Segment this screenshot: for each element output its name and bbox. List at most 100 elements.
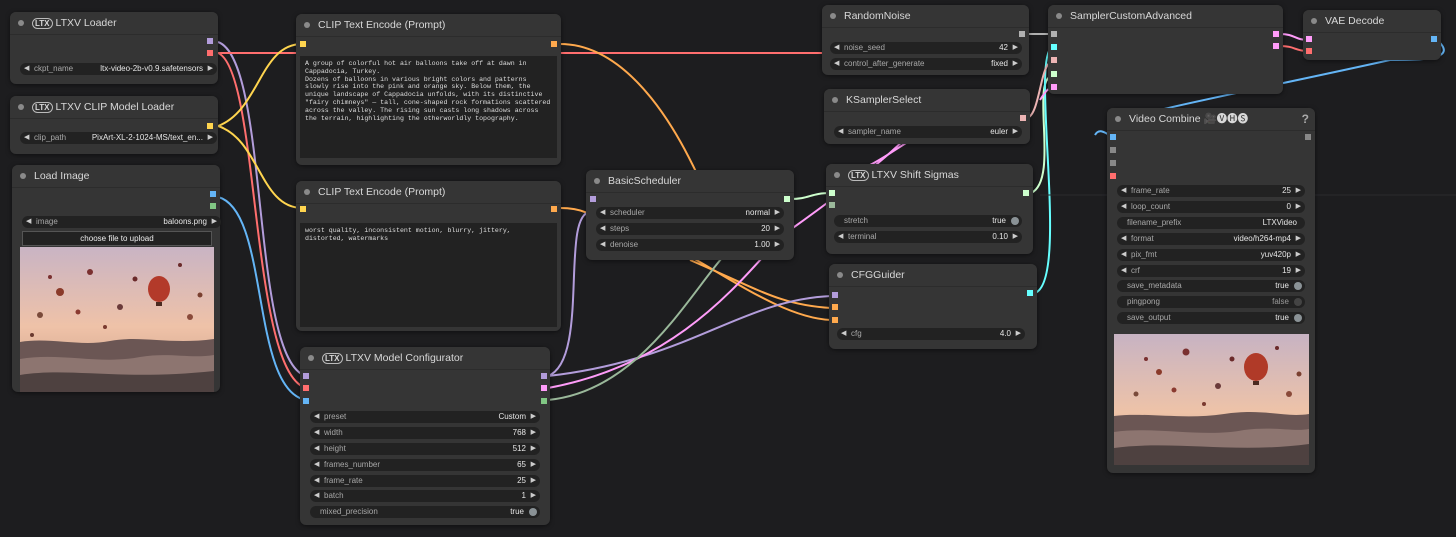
toggle-knob-icon[interactable]	[1294, 282, 1302, 290]
input-port-meta-batch[interactable]	[1110, 160, 1116, 166]
widget-filename-prefix[interactable]: filename_prefix LTXVideo	[1117, 217, 1305, 229]
toggle-knob-icon[interactable]	[529, 508, 537, 516]
widget-terminal[interactable]: ◀ terminal 0.10 ▶	[834, 231, 1022, 243]
arrow-left-icon[interactable]: ◀	[24, 132, 29, 144]
arrow-right-icon[interactable]: ▶	[1296, 185, 1301, 197]
widget-ckpt-name[interactable]: ◀ ckpt_name ltx-video-2b-v0.9.safetensors ▶	[20, 63, 217, 75]
arrow-right-icon[interactable]: ▶	[531, 411, 536, 423]
input-port-vae[interactable]	[1110, 173, 1116, 179]
arrow-right-icon[interactable]: ▶	[1013, 42, 1018, 54]
input-port-vae[interactable]	[303, 385, 309, 391]
node-sampler-custom-advanced[interactable]: SamplerCustomAdvanced	[1048, 5, 1283, 94]
node-ltxv-shift-sigmas[interactable]: LTX LTXV Shift Sigmas stretch true ◀ termin…	[826, 164, 1033, 254]
widget-preset[interactable]: ◀ preset Custom ▶	[310, 411, 540, 423]
arrow-left-icon[interactable]: ◀	[314, 459, 319, 471]
arrow-left-icon[interactable]: ◀	[314, 411, 319, 423]
node-title[interactable]: RandomNoise	[822, 5, 1029, 28]
widget-pix-fmt[interactable]: ◀ pix_fmt yuv420p ▶	[1117, 249, 1305, 261]
prompt-textarea[interactable]: worst quality, inconsistent motion, blur…	[300, 223, 557, 327]
widget-steps[interactable]: ◀ steps 20 ▶	[596, 223, 784, 235]
node-title[interactable]: Video Combine 🎥🅥🅗🅢?	[1107, 108, 1315, 131]
arrow-left-icon[interactable]: ◀	[841, 328, 846, 340]
node-title[interactable]: LTX LTXV Model Configurator	[300, 347, 550, 370]
widget-save-metadata[interactable]: save_metadata true	[1117, 280, 1305, 292]
arrow-right-icon[interactable]: ▶	[775, 223, 780, 235]
input-port-model[interactable]	[832, 292, 838, 298]
output-port-model[interactable]	[541, 373, 547, 379]
arrow-left-icon[interactable]: ◀	[1121, 233, 1126, 245]
arrow-left-icon[interactable]: ◀	[600, 207, 605, 219]
node-title[interactable]: LTX LTXV Loader	[10, 12, 218, 35]
node-title[interactable]: CFGGuider	[829, 264, 1037, 287]
input-port-images[interactable]	[1110, 134, 1116, 140]
arrow-right-icon[interactable]: ▶	[531, 459, 536, 471]
output-port-noise[interactable]	[1019, 31, 1025, 37]
widget-pingpong[interactable]: pingpong false	[1117, 296, 1305, 308]
input-port-model[interactable]	[303, 373, 309, 379]
node-title[interactable]: VAE Decode	[1303, 10, 1441, 33]
arrow-left-icon[interactable]: ◀	[314, 475, 319, 487]
arrow-left-icon[interactable]: ◀	[314, 443, 319, 455]
node-ltxv-clip-loader[interactable]: LTX LTXV CLIP Model Loader ◀ clip_path PixA…	[10, 96, 218, 154]
input-port-negative[interactable]	[832, 317, 838, 323]
node-title[interactable]: SamplerCustomAdvanced	[1048, 5, 1283, 28]
arrow-left-icon[interactable]: ◀	[1121, 201, 1126, 213]
arrow-right-icon[interactable]: ▶	[208, 63, 213, 75]
output-port-output[interactable]	[1273, 31, 1279, 37]
input-port-audio[interactable]	[1110, 147, 1116, 153]
node-title[interactable]: LTX LTXV CLIP Model Loader	[10, 96, 218, 119]
node-load-image[interactable]: Load Image ◀ image baloons.png ▶ choose fil…	[12, 165, 221, 392]
upload-button[interactable]: choose file to upload	[22, 231, 212, 246]
input-port-noise[interactable]	[1051, 31, 1057, 37]
node-clip-text-encode-positive[interactable]: CLIP Text Encode (Prompt) A group of col…	[296, 14, 561, 165]
arrow-right-icon[interactable]: ▶	[1296, 233, 1301, 245]
input-port-samples[interactable]	[1306, 36, 1312, 42]
input-port-sigmas[interactable]	[1051, 71, 1057, 77]
output-port-sigmas[interactable]	[784, 196, 790, 202]
arrow-left-icon[interactable]: ◀	[834, 58, 839, 70]
arrow-right-icon[interactable]: ▶	[1013, 126, 1018, 138]
arrow-right-icon[interactable]: ▶	[212, 216, 217, 228]
output-port-latent[interactable]	[541, 385, 547, 391]
input-port-guider[interactable]	[1051, 44, 1057, 50]
widget-loop-count[interactable]: ◀ loop_count 0 ▶	[1117, 201, 1305, 213]
arrow-left-icon[interactable]: ◀	[1121, 265, 1126, 277]
toggle-knob-icon[interactable]	[1294, 298, 1302, 306]
input-port-sigmas[interactable]	[829, 190, 835, 196]
widget-frame-rate[interactable]: ◀ frame_rate 25 ▶	[310, 475, 540, 487]
output-port-conditioning[interactable]	[551, 206, 557, 212]
output-port-sigmas[interactable]	[1023, 190, 1029, 196]
arrow-right-icon[interactable]: ▶	[1296, 249, 1301, 261]
output-port-denoised-output[interactable]	[1273, 43, 1279, 49]
widget-clip-path[interactable]: ◀ clip_path PixArt-XL-2-1024-MS/text_en...…	[20, 132, 217, 144]
arrow-left-icon[interactable]: ◀	[26, 216, 31, 228]
input-port-clip[interactable]	[300, 41, 306, 47]
node-title[interactable]: LTX LTXV Shift Sigmas	[826, 164, 1033, 187]
arrow-right-icon[interactable]: ▶	[1296, 201, 1301, 213]
node-title[interactable]: CLIP Text Encode (Prompt)	[296, 181, 561, 204]
widget-image[interactable]: ◀ image baloons.png ▶	[22, 216, 221, 228]
arrow-right-icon[interactable]: ▶	[531, 427, 536, 439]
arrow-right-icon[interactable]: ▶	[775, 239, 780, 251]
arrow-left-icon[interactable]: ◀	[1121, 249, 1126, 261]
arrow-right-icon[interactable]: ▶	[775, 207, 780, 219]
widget-mixed-precision[interactable]: mixed_precision true	[310, 506, 540, 518]
output-port-clip[interactable]	[207, 123, 213, 129]
node-title[interactable]: KSamplerSelect	[824, 89, 1030, 112]
output-port-sampler[interactable]	[1020, 115, 1026, 121]
arrow-right-icon[interactable]: ▶	[208, 132, 213, 144]
node-ltxv-model-configurator[interactable]: LTX LTXV Model Configurator ◀ preset Custom…	[300, 347, 550, 525]
widget-crf[interactable]: ◀ crf 19 ▶	[1117, 265, 1305, 277]
widget-format[interactable]: ◀ format video/h264-mp4 ▶	[1117, 233, 1305, 245]
widget-cfg[interactable]: ◀ cfg 4.0 ▶	[837, 328, 1025, 340]
node-ltxv-loader[interactable]: LTX LTXV Loader ◀ ckpt_name ltx-video-2b-v0…	[10, 12, 218, 84]
widget-save-output[interactable]: save_output true	[1117, 312, 1305, 324]
help-icon[interactable]: ?	[1302, 108, 1309, 130]
node-random-noise[interactable]: RandomNoise ◀ noise_seed 42 ▶ ◀ control_afte…	[822, 5, 1029, 75]
arrow-left-icon[interactable]: ◀	[600, 239, 605, 251]
arrow-left-icon[interactable]: ◀	[838, 126, 843, 138]
prompt-textarea[interactable]: A group of colorful hot air balloons tak…	[300, 56, 557, 158]
widget-width[interactable]: ◀ width 768 ▶	[310, 427, 540, 439]
node-title[interactable]: CLIP Text Encode (Prompt)	[296, 14, 561, 37]
node-basic-scheduler[interactable]: BasicScheduler ◀ scheduler normal ▶ ◀ steps 2…	[586, 170, 794, 260]
